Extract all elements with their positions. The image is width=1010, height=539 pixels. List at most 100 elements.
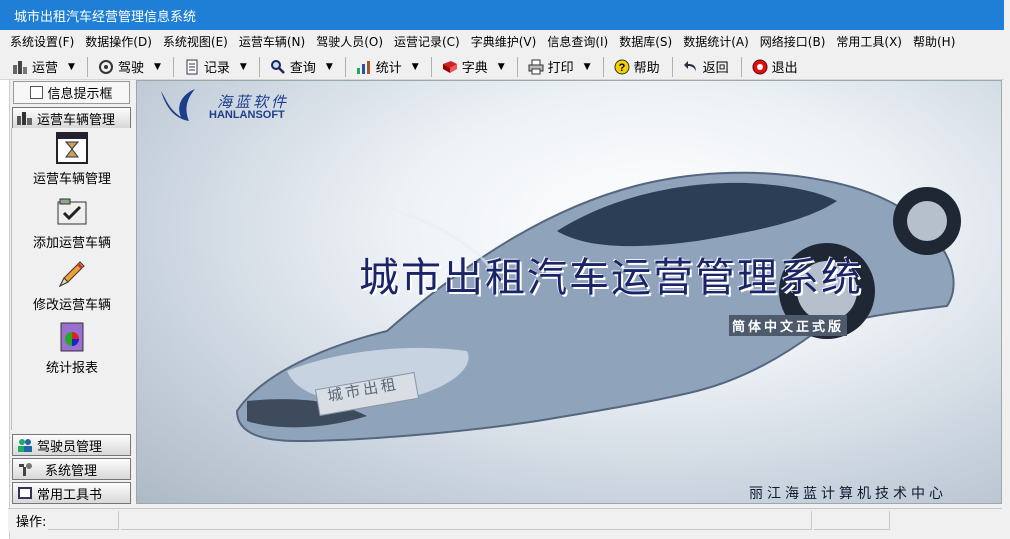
jiashi-label: 驾驶 — [117, 61, 144, 76]
group-drivers[interactable]: 驾驶员管理 — [12, 434, 131, 456]
nav-statistics-report[interactable]: 统计报表 — [12, 321, 132, 376]
nav-add-vehicle-label: 添加运营车辆 — [32, 236, 111, 251]
nav-vehicle-manage-label: 运营车辆管理 — [32, 172, 111, 187]
status-label: 操作: — [16, 515, 47, 530]
menu-system-view[interactable]: 系统视图(E) — [163, 33, 228, 50]
toolbar-separator — [516, 56, 518, 77]
exit-button[interactable]: 退出 — [748, 56, 802, 78]
group-drivers-label: 驾驶员管理 — [37, 439, 103, 455]
jilu-label: 记录 — [203, 61, 230, 76]
exit-icon — [752, 59, 768, 75]
help-button[interactable]: ? 帮助 — [610, 56, 664, 78]
nav-add-vehicle[interactable]: 添加运营车辆 — [12, 196, 132, 251]
back-label: 返回 — [702, 61, 729, 76]
chevron-down-icon[interactable]: ▼ — [240, 62, 247, 72]
info-checkbox[interactable]: 信息提示框 — [13, 81, 130, 104]
checklist-icon — [56, 196, 88, 228]
menu-records[interactable]: 运营记录(C) — [394, 33, 460, 50]
nav-edit-vehicle[interactable]: 修改运营车辆 — [12, 258, 132, 313]
menu-vehicles[interactable]: 运营车辆(N) — [239, 33, 305, 50]
checkbox-icon[interactable] — [30, 86, 44, 99]
menu-help[interactable]: 帮助(H) — [913, 33, 955, 50]
nav-vehicle-manage[interactable]: 运营车辆管理 — [12, 132, 132, 187]
steering-wheel-icon — [98, 59, 114, 75]
toolbar-separator — [671, 56, 673, 77]
tongji-button[interactable]: 统计 ▼ — [352, 56, 423, 78]
toolbar-separator — [740, 56, 742, 77]
logo-bird-icon — [161, 89, 195, 121]
info-checkbox-label: 信息提示框 — [47, 87, 113, 102]
chaxun-button[interactable]: 查询 ▼ — [266, 56, 337, 78]
window-title: 城市出租汽车经营管理信息系统 — [14, 9, 197, 25]
yunying-button[interactable]: 运营 ▼ — [8, 56, 79, 78]
menu-query[interactable]: 信息查询(I) — [547, 33, 608, 50]
status-cell — [814, 511, 891, 530]
dayin-button[interactable]: 打印 ▼ — [524, 56, 595, 78]
toolbar-separator — [602, 56, 604, 77]
toolbar-separator — [430, 56, 432, 77]
building-icon — [12, 59, 28, 75]
menu-statistics[interactable]: 数据统计(A) — [683, 33, 749, 50]
chevron-down-icon[interactable]: ▼ — [68, 62, 75, 72]
toolbar-separator — [344, 56, 346, 77]
chart-icon — [356, 59, 372, 75]
toolbar-separator — [258, 56, 260, 77]
group-vehicles-label: 运营车辆管理 — [37, 112, 116, 128]
status-bar: 操作: — [8, 508, 1002, 532]
logo-text-en: HANLANSOFT — [209, 109, 285, 121]
group-system-label: 系统管理 — [45, 463, 98, 479]
book-icon — [442, 59, 458, 75]
menu-dictionary[interactable]: 字典维护(V) — [471, 33, 537, 50]
group-system[interactable]: 系统管理 — [12, 458, 131, 480]
book-icon — [17, 486, 33, 500]
chevron-down-icon[interactable]: ▼ — [498, 62, 505, 72]
chevron-down-icon[interactable]: ▼ — [412, 62, 419, 72]
group-tools[interactable]: 常用工具书 — [12, 482, 131, 504]
menu-system-settings[interactable]: 系统设置(F) — [10, 33, 74, 50]
menu-drivers[interactable]: 驾驶人员(O) — [316, 33, 383, 50]
menu-data-ops[interactable]: 数据操作(D) — [85, 33, 152, 50]
help-icon: ? — [614, 59, 630, 75]
building-icon — [17, 111, 33, 125]
toolbar-separator — [172, 56, 174, 77]
nav-pane: 运营车辆管理 添加运营车辆 修改运营车辆 统计报表 — [11, 128, 132, 430]
status-cell — [48, 511, 120, 530]
nav-statistics-report-label: 统计报表 — [45, 361, 98, 376]
chevron-down-icon[interactable]: ▼ — [584, 62, 591, 72]
zidian-button[interactable]: 字典 ▼ — [438, 56, 509, 78]
menu-tools[interactable]: 常用工具(X) — [836, 33, 902, 50]
svg-text:?: ? — [618, 62, 625, 74]
chevron-down-icon[interactable]: ▼ — [154, 62, 161, 72]
search-icon — [270, 59, 286, 75]
wrench-icon — [17, 462, 33, 476]
banner-title: 城市出租汽车运营管理系统 — [359, 255, 863, 301]
banner-edition: 简体中文正式版 — [729, 315, 848, 336]
menu-bar: 系统设置(F) 数据操作(D) 系统视图(E) 运营车辆(N) 驾驶人员(O) … — [0, 30, 1004, 52]
left-edge-strip — [0, 54, 10, 539]
group-tools-label: 常用工具书 — [37, 487, 103, 503]
printer-icon — [528, 59, 544, 75]
hourglass-window-icon — [56, 132, 88, 164]
pencil-icon — [56, 258, 88, 290]
toolbar-separator — [86, 56, 88, 77]
help-label: 帮助 — [633, 61, 660, 76]
report-icon — [56, 321, 88, 353]
title-bar: 城市出租汽车经营管理信息系统 — [0, 0, 1004, 30]
chaxun-label: 查询 — [289, 61, 316, 76]
back-arrow-icon — [683, 59, 699, 75]
yunying-label: 运营 — [32, 61, 59, 76]
nav-edit-vehicle-label: 修改运营车辆 — [32, 298, 111, 313]
back-button[interactable]: 返回 — [679, 56, 733, 78]
jilu-button[interactable]: 记录 ▼ — [180, 56, 251, 78]
chevron-down-icon[interactable]: ▼ — [326, 62, 333, 72]
banner-image: 海蓝软件 HANLANSOFT 城市出租汽车运营管理系统 简体中文正式版 城市出… — [136, 80, 1002, 504]
status-cell — [121, 511, 813, 530]
jiashi-button[interactable]: 驾驶 ▼ — [94, 56, 165, 78]
menu-database[interactable]: 数据库(S) — [619, 33, 672, 50]
group-vehicles[interactable]: 运营车辆管理 — [12, 107, 131, 129]
toolbar: 运营 ▼ 驾驶 ▼ 记录 ▼ 查询 ▼ 统计 ▼ 字典 ▼ 打印 ▼ ? 帮助 — [0, 54, 1004, 80]
dayin-label: 打印 — [547, 61, 574, 76]
menu-network[interactable]: 网络接口(B) — [760, 33, 826, 50]
exit-label: 退出 — [771, 61, 798, 76]
tongji-label: 统计 — [375, 61, 402, 76]
